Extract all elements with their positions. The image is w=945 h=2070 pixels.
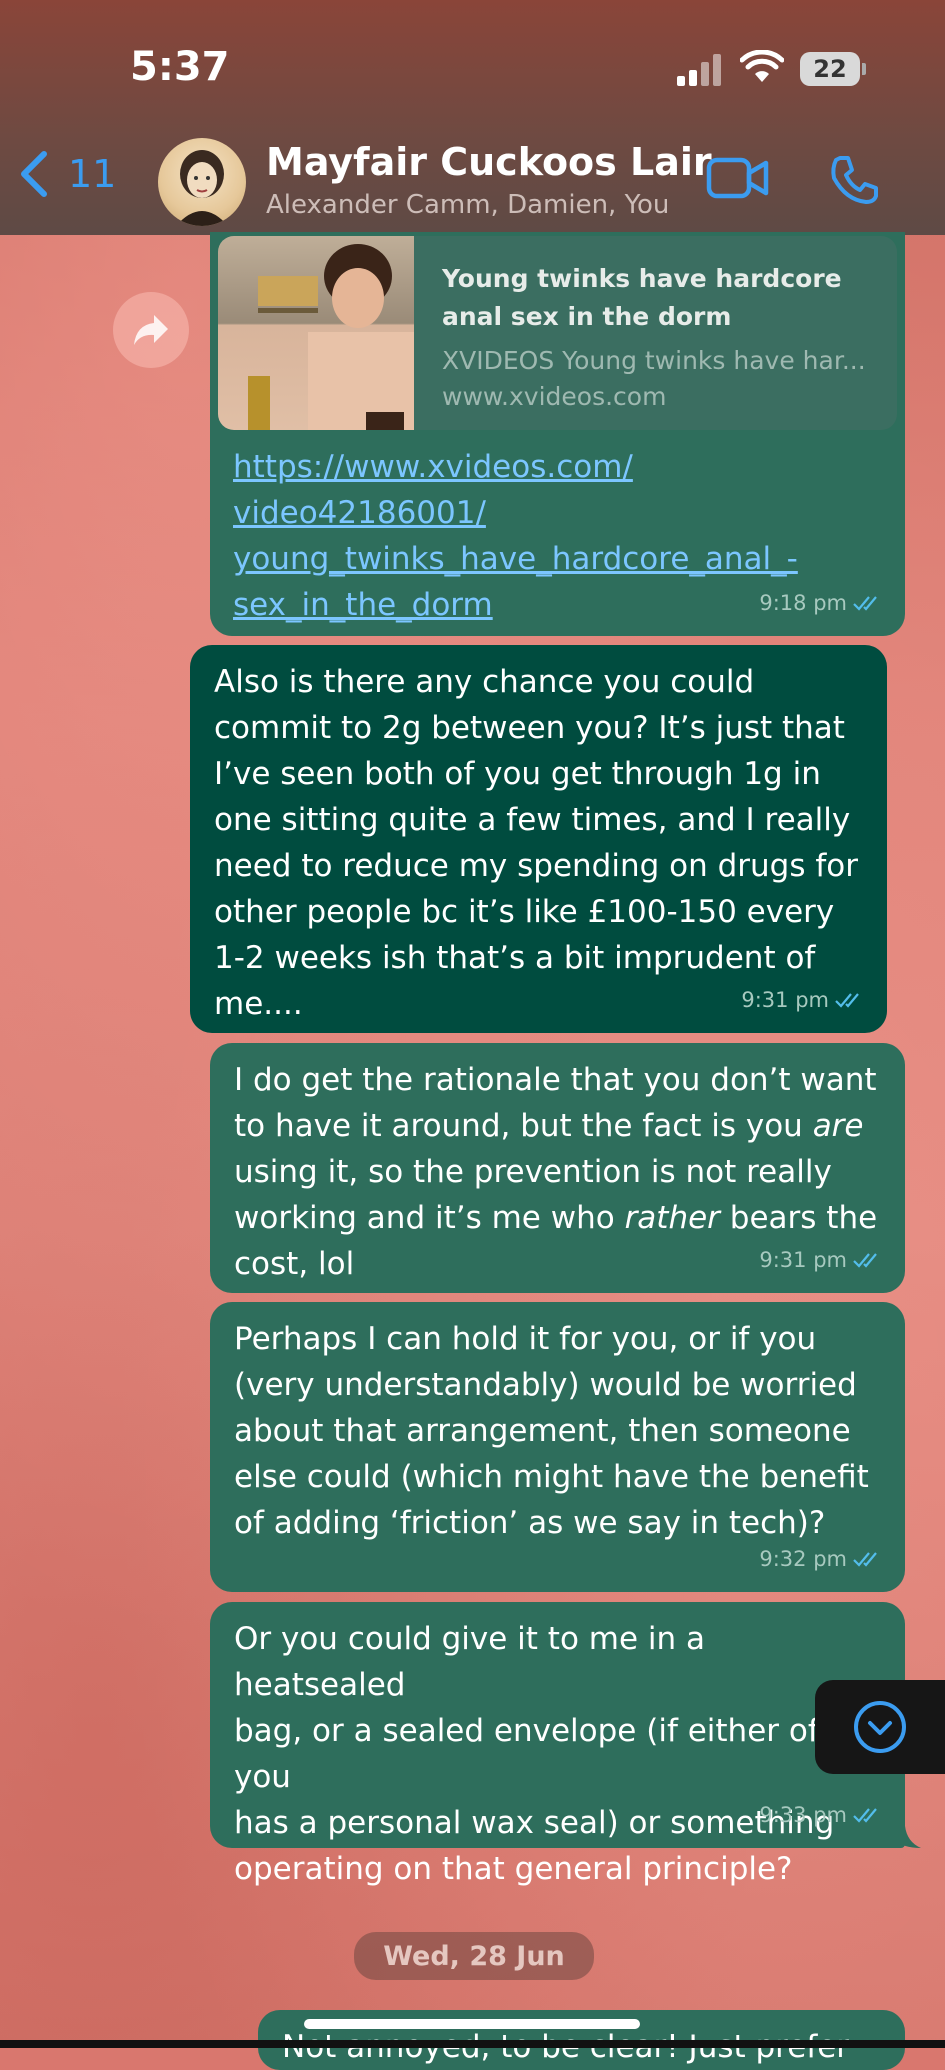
message-line: I do get the rationale that you don’t wa… [234,1062,877,1098]
read-receipt-icon [853,596,877,611]
chevron-down-circle-icon [854,1701,906,1753]
message-link[interactable]: sex_in_the_dorm [233,582,798,628]
battery-icon: 22 [800,52,860,86]
message-line: operating on that general principle? [234,1851,793,1887]
preview-title: Young twinks have hardcore anal sex in t… [442,264,842,331]
phone-icon[interactable] [828,154,880,206]
thumb-caption: EURO [366,412,405,430]
chat-header: 5:37 22 11 Mayfair Cuckoos Lair Alexande… [0,0,945,235]
message-meta: 9:33 pm [759,1792,883,1838]
message-link[interactable]: https://www.xvideos.com/ [233,444,798,490]
scroll-to-bottom-button[interactable] [815,1680,945,1774]
message-time: 9:31 pm [741,988,829,1012]
message-line: I’ve seen both of you get through 1g in [214,756,821,792]
bottom-strip [0,2040,945,2048]
forward-icon [134,315,168,345]
message-meta: 9:32 pm [759,1536,883,1582]
message-link[interactable]: young_twinks_have_hardcore_anal_- [233,536,798,582]
link-preview[interactable]: EURO Young twinks have hardcore anal sex… [218,236,897,430]
message-bubble[interactable]: EURO Young twinks have hardcore anal sex… [210,232,905,636]
message-line: Perhaps I can hold it for you, or if you [234,1321,817,1357]
message-time: 9:31 pm [759,1248,847,1272]
back-button[interactable]: 11 [18,150,116,198]
message-time: 9:32 pm [759,1547,847,1571]
chevron-left-icon [21,151,47,197]
signal-icon [677,52,727,86]
chat-participants[interactable]: Alexander Camm, Damien, You [266,190,669,220]
message-line: need to reduce my spending on drugs for [214,848,858,884]
message-bubble[interactable]: Perhaps I can hold it for you, or if you… [210,1302,905,1592]
message-meta: 9:18 pm [759,580,883,626]
message-line: 1-2 weeks ish that’s a bit imprudent of [214,940,816,976]
message-time: 9:18 pm [759,591,847,615]
message-line: commit to 2g between you? It’s just that [214,710,845,746]
status-time: 5:37 [130,44,230,90]
message-line: one sitting quite a few times, and I rea… [214,802,851,838]
message-line: Also is there any chance you could [214,664,755,700]
message-bubble[interactable]: Also is there any chance you could commi… [190,645,887,1033]
read-receipt-icon [853,1253,877,1268]
group-avatar[interactable] [158,138,246,226]
bubble-tail [895,1826,921,1848]
message-line: working and it’s me who rather bears the [234,1200,878,1236]
preview-thumbnail: EURO [218,236,414,430]
message-meta: 9:31 pm [741,977,865,1023]
message-time: 9:33 pm [759,1803,847,1827]
unread-count: 11 [68,152,117,196]
chat-title[interactable]: Mayfair Cuckoos Lair [266,140,712,184]
home-indicator[interactable] [304,2019,640,2029]
message-line: using it, so the prevention is not reall… [234,1154,832,1190]
emphasis: rather [624,1200,720,1236]
message-line: (very understandably) would be worried [234,1367,857,1403]
read-receipt-icon [853,1808,877,1823]
message-meta: 9:31 pm [759,1237,883,1283]
message-bubble[interactable]: Or you could give it to me in a heatseal… [210,1602,905,1887]
message-link[interactable]: video42186001/ [233,490,798,536]
message-line: else could (which might have the benefit [234,1459,869,1495]
emphasis: are [812,1108,864,1144]
forward-button[interactable] [113,292,189,368]
message-bubble[interactable]: I do get the rationale that you don’t wa… [210,1043,905,1293]
video-call-icon[interactable] [706,156,770,200]
portrait-icon [176,150,228,226]
message-line: to have it around, but the fact is you a… [234,1108,864,1144]
battery-tip [862,63,866,75]
wifi-icon [740,50,784,82]
read-receipt-icon [853,1552,877,1567]
read-receipt-icon [835,993,859,1008]
message-line: bag, or a sealed envelope (if either of … [234,1713,819,1795]
date-separator: Wed, 28 Jun [354,1932,594,1980]
preview-domain: www.xvideos.com [442,382,667,411]
message-line: other people bc it’s like £100-150 every [214,894,835,930]
message-line: about that arrangement, then someone [234,1413,851,1449]
message-line: Or you could give it to me in a heatseal… [234,1621,706,1703]
